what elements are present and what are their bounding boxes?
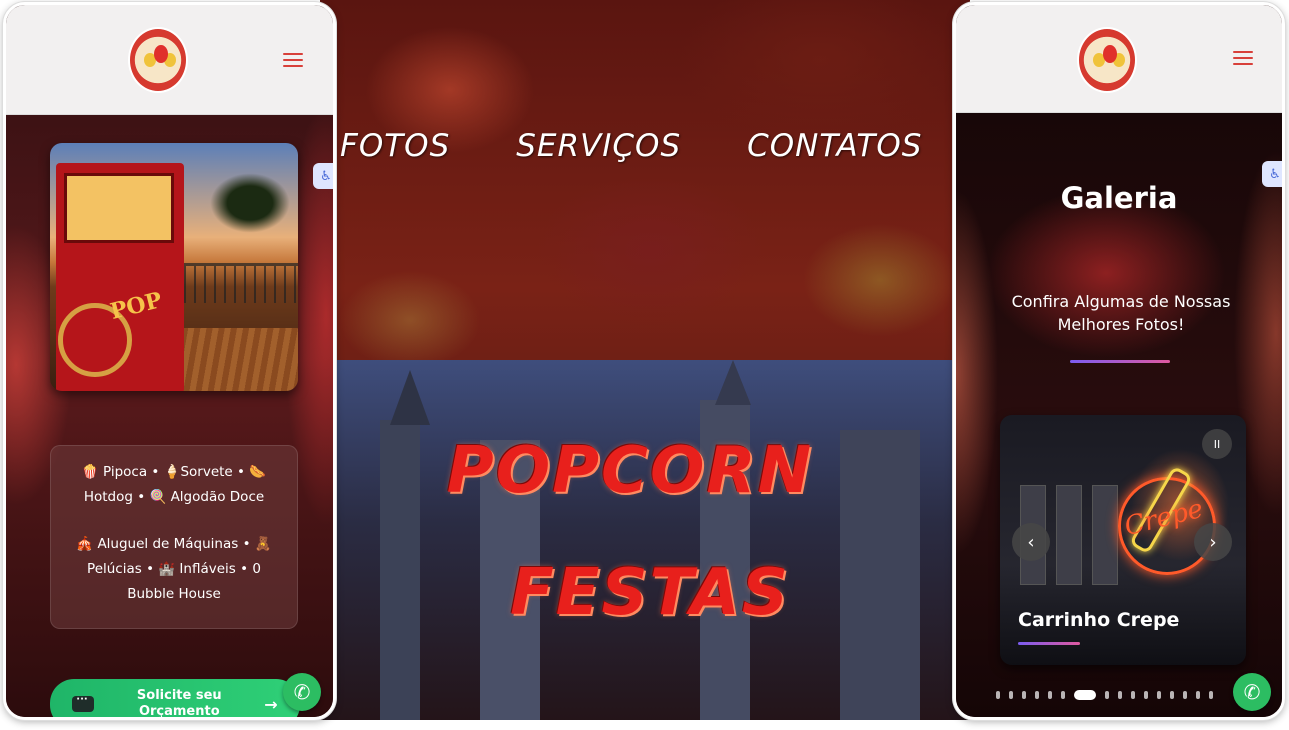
chevron-right-icon[interactable]: › [1194,523,1232,561]
whatsapp-icon[interactable]: ✆ [1233,673,1271,711]
carousel-dot[interactable] [1105,691,1109,699]
slide-caption: Carrinho Crepe [1018,609,1180,631]
carousel-dot[interactable] [1144,691,1148,699]
request-quote-button[interactable]: Solicite seu Orçamento → [50,679,300,719]
hero-nav: FOTOS SERVIÇOS CONTATOS [340,128,922,164]
hero-title-line2: FESTAS [510,556,790,630]
left-phone-mockup: POP 🍿 Pipoca • 🍦Sorvete • 🌭 Hotdog • 🍭 A… [3,2,336,720]
gallery-title: Galeria [1060,181,1178,215]
right-phone-header [956,5,1282,113]
carousel-dot[interactable] [1209,691,1213,699]
left-phone-header [6,5,333,115]
services-line-food: 🍿 Pipoca • 🍦Sorvete • 🌭 Hotdog • 🍭 Algod… [81,464,267,505]
pause-icon[interactable]: II [1202,429,1232,459]
carousel-dot[interactable] [1009,691,1013,699]
right-phone-mockup: Galeria Confira Algumas de Nossas Melhor… [953,2,1285,720]
hero-background-castle [320,360,970,720]
services-line-rentals: 🎪 Aluguel de Máquinas • 🧸 Pelúcias • 🏰 I… [76,536,272,602]
nav-contatos[interactable]: CONTATOS [747,128,922,164]
carousel-dot[interactable] [1170,691,1174,699]
accessibility-icon[interactable]: ♿ [1262,161,1282,187]
arrow-right-icon: → [264,694,278,714]
hamburger-icon[interactable] [1233,51,1253,65]
showcase-canvas: FOTOS SERVIÇOS CONTATOS POPCORN FESTAS P… [0,0,1289,730]
hero-section: FOTOS SERVIÇOS CONTATOS POPCORN FESTAS [320,0,970,720]
chevron-left-icon[interactable]: ‹ [1012,523,1050,561]
services-list: 🍿 Pipoca • 🍦Sorvete • 🌭 Hotdog • 🍭 Algod… [50,445,298,629]
carousel-dot[interactable] [1022,691,1026,699]
carousel-pagination [996,690,1213,700]
carousel-dot[interactable] [1131,691,1135,699]
carousel-dot[interactable] [1061,691,1065,699]
carousel-dot[interactable] [1157,691,1161,699]
gallery-divider [1070,360,1170,363]
carousel-dot[interactable] [1118,691,1122,699]
carousel-dot[interactable] [1183,691,1187,699]
popcorn-festas-logo[interactable] [128,27,188,93]
nav-servicos[interactable]: SERVIÇOS [516,128,681,164]
request-quote-label: Solicite seu Orçamento [136,688,222,719]
carousel-dot[interactable] [1196,691,1200,699]
carousel-dot[interactable] [1048,691,1052,699]
chat-icon [72,694,95,712]
popcorn-cart-photo: POP [50,143,298,391]
accessibility-icon[interactable]: ♿ [313,163,333,189]
hero-title-line1: POPCORN [446,434,814,508]
whatsapp-icon[interactable]: ✆ [283,673,321,711]
gallery-slide[interactable]: Crepe II ‹ › Carrinho Crepe [1000,415,1246,665]
carousel-dot[interactable] [1035,691,1039,699]
carousel-dot[interactable] [996,691,1000,699]
nav-fotos[interactable]: FOTOS [340,128,450,164]
carousel-dot[interactable] [1074,690,1096,700]
popcorn-festas-logo[interactable] [1077,27,1137,93]
slide-caption-underline [1018,642,1080,645]
gallery-subtitle: Confira Algumas de Nossas Melhores Fotos… [1011,292,1231,334]
hamburger-icon[interactable] [283,53,303,67]
